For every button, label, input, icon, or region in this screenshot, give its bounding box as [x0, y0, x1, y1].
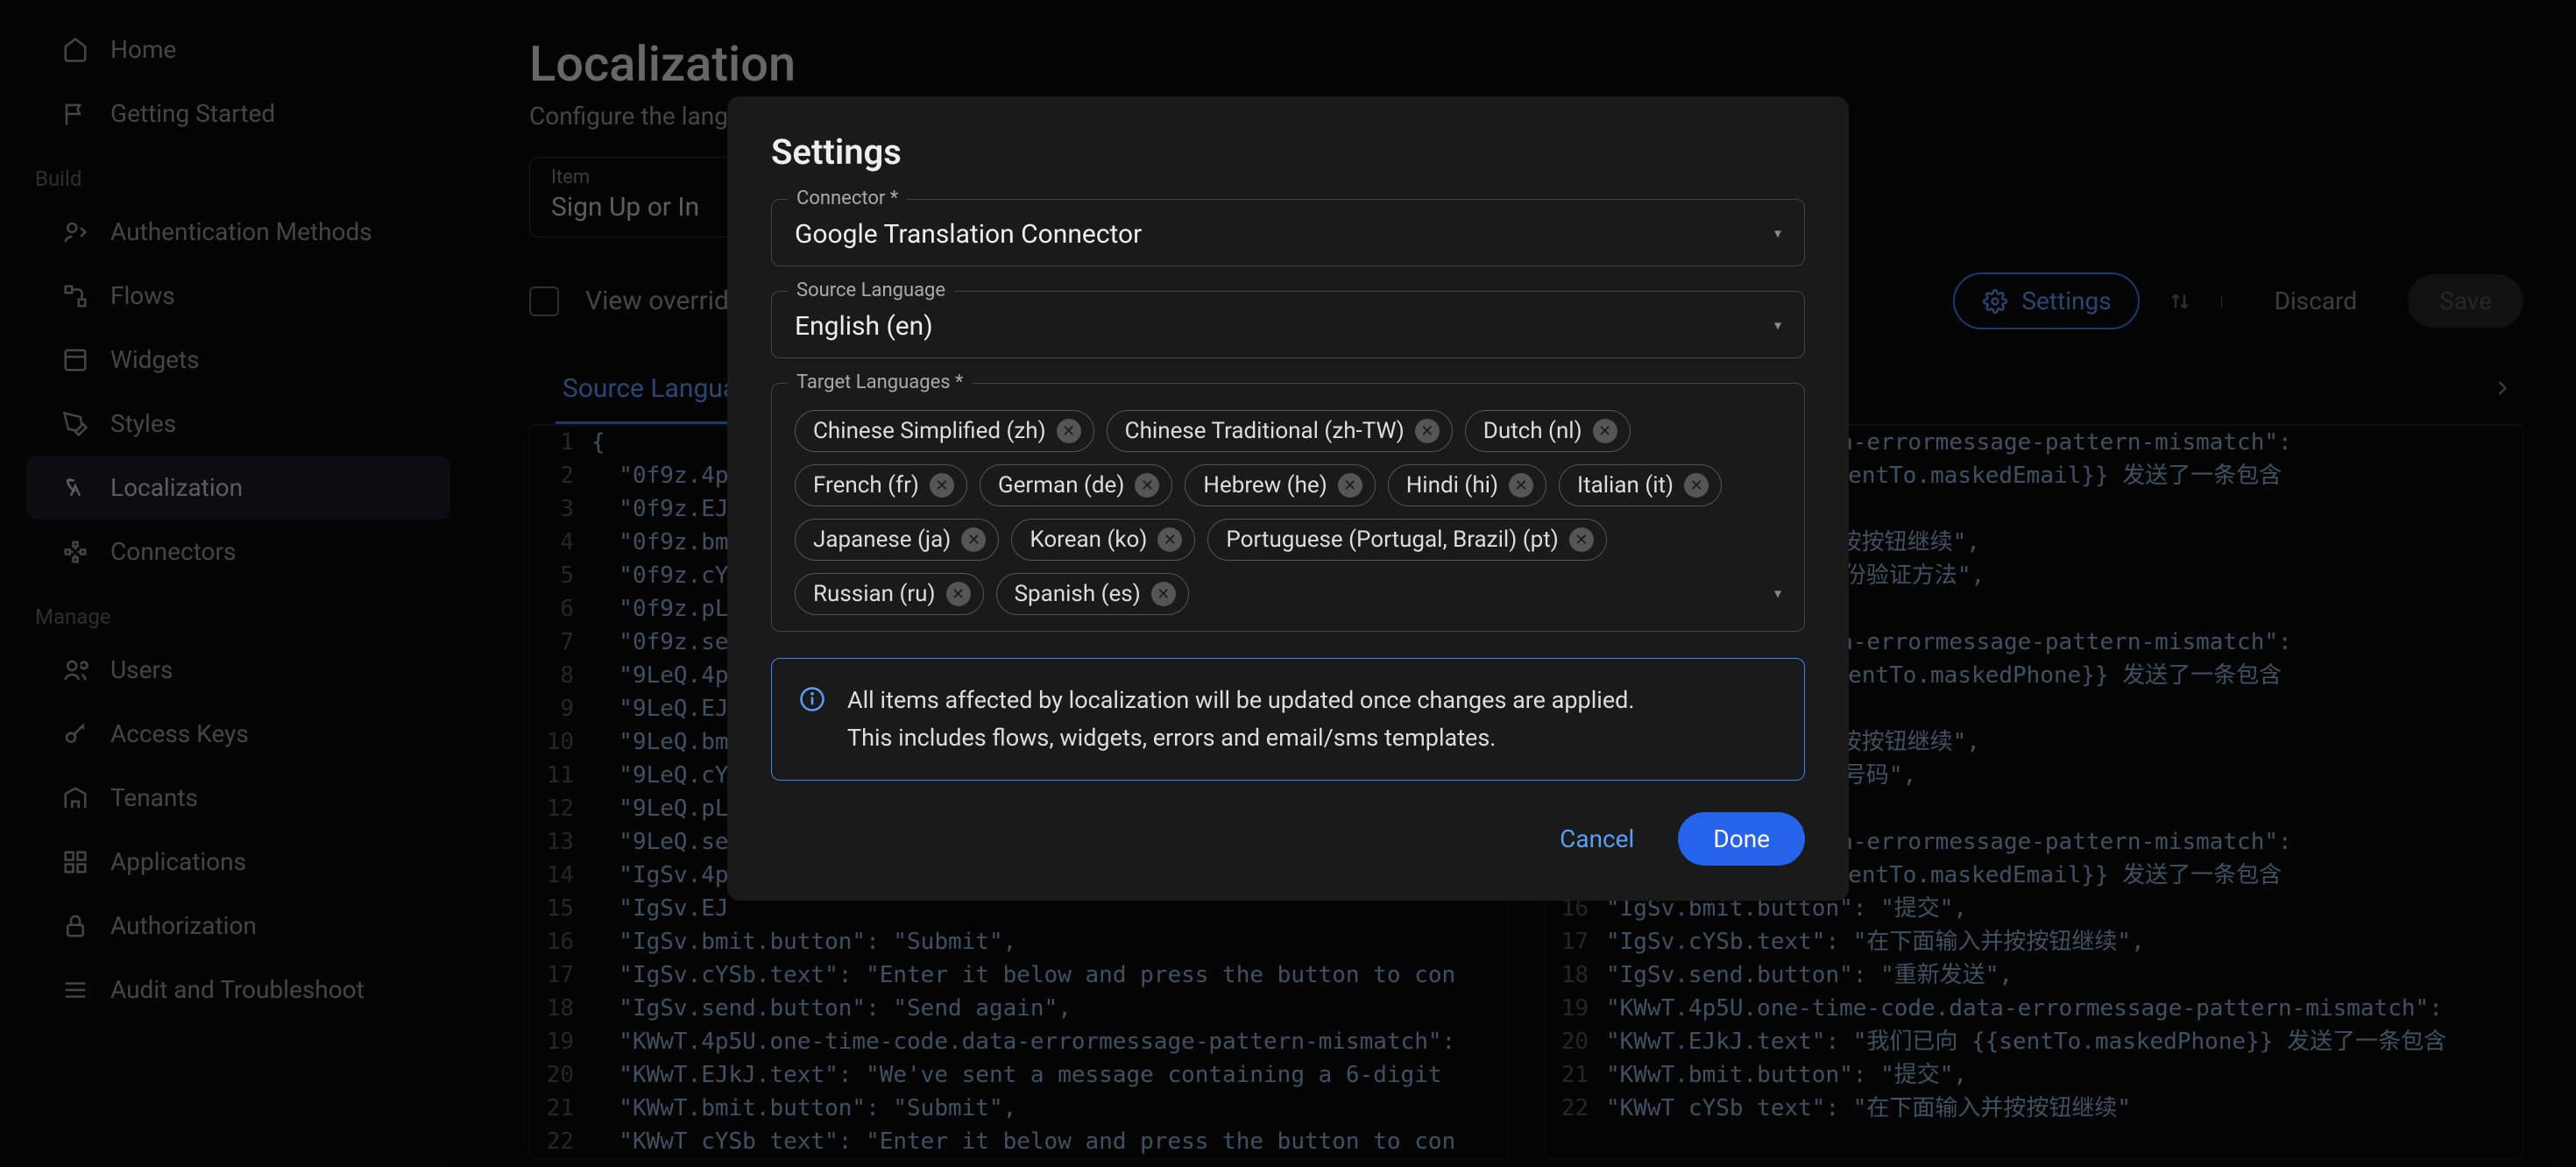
- remove-chip-icon[interactable]: ✕: [1684, 473, 1709, 498]
- language-chip: Portuguese (Portugal, Brazil) (pt)✕: [1207, 519, 1606, 561]
- settings-modal: Settings Connector * Google Translation …: [727, 96, 1849, 901]
- language-chip: Chinese Traditional (zh-TW)✕: [1107, 410, 1453, 452]
- remove-chip-icon[interactable]: ✕: [1057, 419, 1081, 443]
- language-chip: French (fr)✕: [795, 464, 967, 506]
- remove-chip-icon[interactable]: ✕: [1135, 473, 1159, 498]
- language-chip: Korean (ko)✕: [1011, 519, 1195, 561]
- language-chip: Chinese Simplified (zh)✕: [795, 410, 1094, 452]
- language-chip: Japanese (ja)✕: [795, 519, 999, 561]
- source-language-select[interactable]: Source Language English (en) ▾: [771, 291, 1805, 358]
- remove-chip-icon[interactable]: ✕: [946, 582, 971, 606]
- language-chip: German (de)✕: [980, 464, 1172, 506]
- chevron-down-icon: ▾: [1774, 585, 1781, 602]
- remove-chip-icon[interactable]: ✕: [1509, 473, 1533, 498]
- language-chip: Hebrew (he)✕: [1185, 464, 1375, 506]
- remove-chip-icon[interactable]: ✕: [930, 473, 954, 498]
- connector-label: Connector *: [788, 187, 907, 209]
- source-language-label: Source Language: [788, 279, 954, 301]
- remove-chip-icon[interactable]: ✕: [961, 527, 986, 552]
- chevron-down-icon: ▾: [1774, 316, 1781, 333]
- remove-chip-icon[interactable]: ✕: [1157, 527, 1182, 552]
- info-line-2: This includes flows, widgets, errors and…: [847, 719, 1635, 757]
- info-banner: All items affected by localization will …: [771, 658, 1805, 781]
- target-languages-label: Target Languages *: [788, 371, 973, 393]
- source-language-value: English (en): [795, 311, 1781, 342]
- info-icon: [798, 685, 826, 713]
- language-chip: Italian (it)✕: [1559, 464, 1722, 506]
- modal-title: Settings: [771, 131, 1805, 173]
- done-button[interactable]: Done: [1678, 812, 1805, 866]
- remove-chip-icon[interactable]: ✕: [1569, 527, 1594, 552]
- language-chip: Spanish (es)✕: [996, 573, 1189, 615]
- remove-chip-icon[interactable]: ✕: [1593, 419, 1617, 443]
- modal-overlay[interactable]: Settings Connector * Google Translation …: [0, 0, 2576, 1167]
- target-languages-select[interactable]: Target Languages * Chinese Simplified (z…: [771, 383, 1805, 632]
- remove-chip-icon[interactable]: ✕: [1338, 473, 1362, 498]
- connector-value: Google Translation Connector: [795, 219, 1781, 250]
- cancel-button[interactable]: Cancel: [1542, 812, 1652, 866]
- connector-select[interactable]: Connector * Google Translation Connector…: [771, 199, 1805, 266]
- info-line-1: All items affected by localization will …: [847, 682, 1635, 719]
- remove-chip-icon[interactable]: ✕: [1415, 419, 1440, 443]
- language-chip: Hindi (hi)✕: [1388, 464, 1546, 506]
- remove-chip-icon[interactable]: ✕: [1151, 582, 1176, 606]
- language-chip: Dutch (nl)✕: [1465, 410, 1631, 452]
- chevron-down-icon: ▾: [1774, 224, 1781, 241]
- language-chip: Russian (ru)✕: [795, 573, 984, 615]
